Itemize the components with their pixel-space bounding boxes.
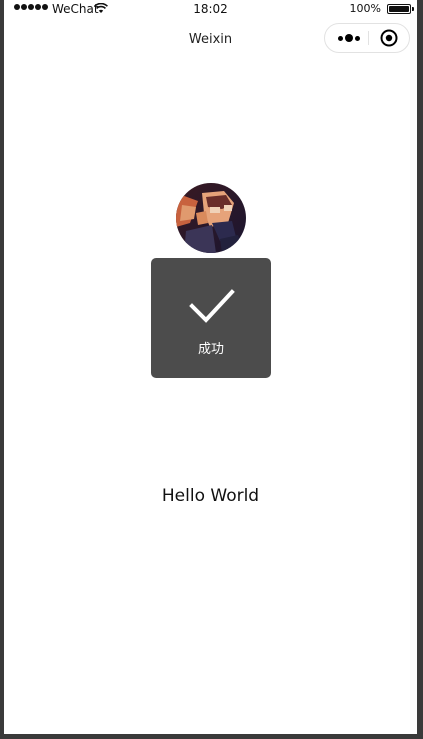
- capsule-divider: [368, 31, 369, 45]
- battery-percentage: 100%: [349, 2, 381, 15]
- success-toast: 成功: [151, 258, 271, 378]
- user-avatar[interactable]: [176, 183, 246, 253]
- toast-message: 成功: [197, 342, 224, 357]
- checkmark-icon: [189, 289, 235, 323]
- avatar-image: [176, 183, 246, 253]
- more-options-icon[interactable]: [335, 24, 363, 52]
- status-bar: WeChat 18:02 100%: [4, 0, 417, 20]
- miniprogram-capsule: [324, 23, 410, 53]
- battery-icon: [387, 4, 414, 14]
- hello-text: Hello World: [161, 486, 260, 506]
- close-miniprogram-icon[interactable]: [380, 29, 398, 47]
- app-screen: WeChat 18:02 100% Weixin 成功 Hello World: [4, 0, 417, 734]
